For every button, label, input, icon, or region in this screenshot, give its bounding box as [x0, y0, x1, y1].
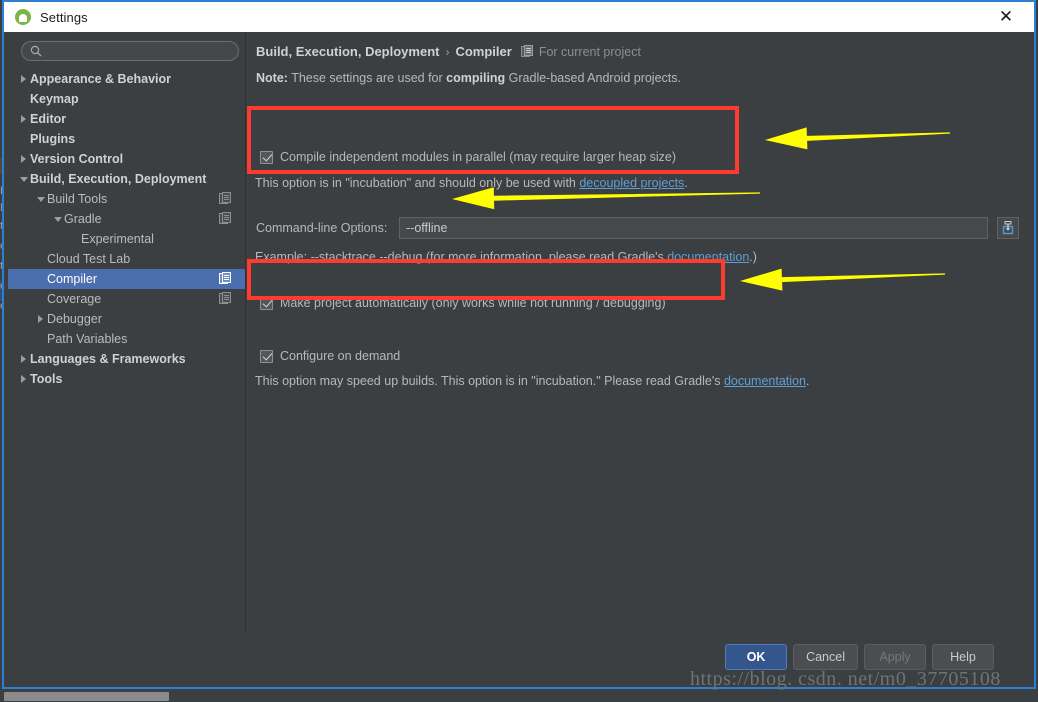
desc-text-before: This option may speed up builds. This op… — [255, 374, 724, 388]
breadcrumb-scope: For current project — [520, 44, 641, 59]
desc-text-before: This option is in "incubation" and shoul… — [255, 176, 580, 190]
cancel-button[interactable]: Cancel — [793, 644, 858, 670]
apply-button: Apply — [864, 644, 926, 670]
compile-parallel-description: This option is in "incubation" and shoul… — [255, 176, 688, 190]
desc-text-after: . — [805, 374, 810, 388]
sidebar-item-label: Build, Execution, Deployment — [30, 172, 207, 186]
breadcrumb-part-2: Compiler — [455, 44, 512, 59]
sidebar-item-build-execution-deployment[interactable]: Build, Execution, Deployment — [8, 169, 245, 189]
sidebar-item-editor[interactable]: Editor — [8, 109, 245, 129]
chevron-down-icon[interactable] — [51, 216, 64, 222]
screen: Pr M ti es ti e es Settings ✕ — [0, 0, 1038, 702]
sidebar-item-coverage[interactable]: Coverage — [8, 289, 245, 309]
dialog-titlebar: Settings ✕ — [4, 2, 1034, 32]
checkbox-label: Configure on demand — [280, 349, 401, 363]
sidebar-item-experimental[interactable]: Experimental — [8, 229, 245, 249]
sidebar-item-gradle[interactable]: Gradle — [8, 209, 245, 229]
redbox-compile-parallel — [247, 106, 739, 174]
horizontal-scrollbar-thumb[interactable] — [4, 692, 169, 701]
dialog-title: Settings — [40, 9, 88, 25]
chevron-right-icon[interactable] — [17, 75, 30, 83]
chevron-right-icon[interactable] — [34, 315, 47, 323]
sidebar-item-languages-frameworks[interactable]: Languages & Frameworks — [8, 349, 245, 369]
sidebar-item-label: Experimental — [81, 232, 154, 246]
sidebar-item-compiler[interactable]: Compiler — [8, 269, 245, 289]
command-line-options-input[interactable] — [399, 217, 988, 239]
chevron-right-icon[interactable] — [17, 355, 30, 363]
help-button[interactable]: Help — [932, 644, 994, 670]
breadcrumb-part-1[interactable]: Build, Execution, Deployment — [256, 44, 439, 59]
settings-sidebar: Appearance & Behavior Keymap Editor Plugins… — [8, 32, 246, 632]
copy-settings-icon[interactable] — [219, 212, 232, 225]
sidebar-item-label: Cloud Test Lab — [47, 252, 131, 266]
note-text-before: These settings are used for — [287, 71, 447, 85]
ok-button[interactable]: OK — [725, 644, 788, 670]
sidebar-item-keymap[interactable]: Keymap — [8, 89, 245, 109]
sidebar-item-label: Path Variables — [47, 332, 128, 346]
redbox-make-automatically — [247, 259, 725, 300]
expand-editor-button[interactable] — [997, 217, 1019, 239]
sidebar-item-label: Build Tools — [47, 192, 108, 206]
sidebar-item-plugins[interactable]: Plugins — [8, 129, 245, 149]
sidebar-item-label: Coverage — [47, 292, 102, 306]
command-line-options-label: Command-line Options: — [256, 221, 388, 235]
android-studio-icon — [15, 9, 31, 25]
sidebar-item-label: Tools — [30, 372, 63, 386]
sidebar-item-label: Keymap — [30, 92, 79, 106]
ide-bottom-strip — [0, 690, 1038, 702]
breadcrumb-scope-label: For current project — [538, 44, 641, 59]
copy-settings-icon[interactable] — [219, 272, 232, 285]
sidebar-item-label: Languages & Frameworks — [30, 352, 186, 366]
sidebar-item-debugger[interactable]: Debugger — [8, 309, 245, 329]
checkbox-configure-on-demand[interactable]: Configure on demand — [260, 349, 400, 363]
sidebar-item-label: Gradle — [64, 212, 102, 226]
settings-tree: Appearance & Behavior Keymap Editor Plugins… — [8, 69, 245, 389]
note-text-after: Gradle-based Android projects. — [505, 71, 681, 85]
note-emphasis: compiling — [446, 71, 506, 85]
search-input[interactable] — [21, 41, 239, 61]
sidebar-item-label: Appearance & Behavior — [30, 72, 172, 86]
search-container — [21, 41, 239, 61]
desc-text-after: . — [684, 176, 688, 190]
configure-on-demand-description: This option may speed up builds. This op… — [255, 374, 809, 388]
dialog-button-row: OK Cancel Apply Help — [725, 644, 994, 670]
chevron-right-icon[interactable] — [17, 155, 30, 163]
sidebar-item-label: Version Control — [30, 152, 124, 166]
settings-dialog: Settings ✕ Appearance & Behavior Keymap Ed… — [2, 0, 1036, 689]
copy-settings-icon[interactable] — [219, 292, 232, 305]
gradle-documentation-link-2[interactable]: documentation — [724, 374, 806, 388]
breadcrumb-separator: › — [445, 44, 450, 59]
sidebar-item-tools[interactable]: Tools — [8, 369, 245, 389]
compiler-note: Note: These settings are used for compil… — [256, 71, 681, 85]
checkbox-icon[interactable] — [260, 349, 273, 363]
sidebar-item-label: Debugger — [47, 312, 102, 326]
close-icon[interactable]: ✕ — [986, 2, 1026, 32]
sidebar-item-appearance-behavior[interactable]: Appearance & Behavior — [8, 69, 245, 89]
sidebar-item-path-variables[interactable]: Path Variables — [8, 329, 245, 349]
sidebar-item-build-tools[interactable]: Build Tools — [8, 189, 245, 209]
copy-settings-icon[interactable] — [219, 192, 232, 205]
horizontal-scrollbar-track[interactable] — [0, 691, 1038, 702]
sidebar-item-cloud-test-lab[interactable]: Cloud Test Lab — [8, 249, 245, 269]
note-prefix: Note: — [256, 71, 288, 85]
chevron-right-icon[interactable] — [17, 115, 30, 123]
breadcrumb: Build, Execution, Deployment › Compiler … — [256, 44, 641, 59]
example-text-after: .) — [749, 250, 757, 264]
chevron-down-icon[interactable] — [17, 176, 30, 182]
sidebar-item-label: Editor — [30, 112, 67, 126]
chevron-down-icon[interactable] — [34, 196, 47, 202]
chevron-right-icon[interactable] — [17, 375, 30, 383]
expand-editor-icon — [1002, 221, 1014, 235]
sidebar-item-label: Plugins — [30, 132, 76, 146]
copy-settings-icon — [520, 45, 533, 57]
watermark-text: https://blog. csdn. net/m0_37705108 — [690, 668, 1001, 690]
sidebar-item-version-control[interactable]: Version Control — [8, 149, 245, 169]
sidebar-item-label: Compiler — [47, 272, 98, 286]
decoupled-projects-link[interactable]: decoupled projects — [579, 176, 684, 190]
